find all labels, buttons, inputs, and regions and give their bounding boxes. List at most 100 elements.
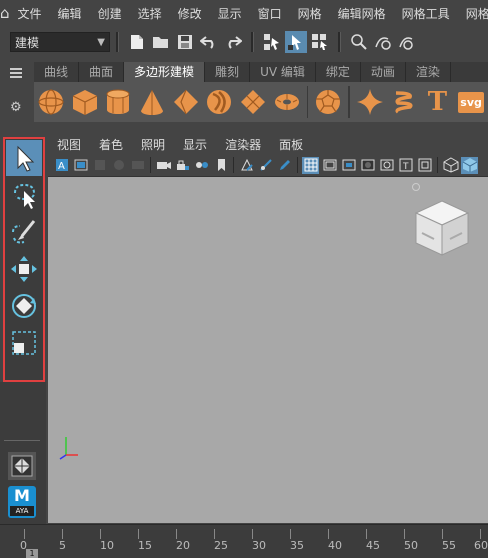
resolution-gate-icon[interactable] [340, 157, 357, 174]
snap-curve-icon[interactable] [372, 31, 394, 53]
cone-icon[interactable] [135, 84, 169, 120]
tick-label: 50 [404, 539, 418, 552]
wireframe-icon[interactable] [442, 157, 459, 174]
snap-grid-icon[interactable] [348, 31, 370, 53]
cylinder-icon[interactable] [101, 84, 135, 120]
perspective-viewport[interactable] [48, 176, 488, 523]
tick-label: 10 [100, 539, 114, 552]
camera-3d-icon[interactable] [193, 157, 210, 174]
viewport-menu-renderer[interactable]: 渲染器 [216, 136, 270, 153]
tab-animation[interactable]: 动画 [361, 62, 406, 82]
snap-point-icon[interactable] [396, 31, 418, 53]
tab-uv-editing[interactable]: UV 编辑 [250, 62, 316, 82]
menu-mesh-display[interactable]: 网格 [458, 5, 488, 22]
pipe-icon[interactable] [270, 84, 304, 120]
tick-label: 25 [214, 539, 228, 552]
grease-pencil-icon[interactable] [110, 157, 127, 174]
toolbox [3, 137, 45, 382]
save-scene-icon[interactable] [174, 31, 196, 53]
tick-label: 45 [366, 539, 380, 552]
disc-icon[interactable] [202, 84, 236, 120]
new-scene-icon[interactable] [126, 31, 148, 53]
select-objects-icon[interactable] [285, 31, 307, 53]
menu-modify[interactable]: 修改 [170, 5, 210, 22]
time-slider[interactable]: 0 5 10 15 20 25 30 35 40 45 50 55 60 1 [0, 524, 488, 558]
menu-mesh[interactable]: 网格 [290, 5, 330, 22]
tick [290, 529, 291, 539]
menu-window[interactable]: 窗口 [250, 5, 290, 22]
tab-rigging[interactable]: 绑定 [316, 62, 361, 82]
paint-select-tool[interactable] [6, 214, 42, 250]
cube-icon[interactable] [68, 84, 102, 120]
film-gate-icon[interactable] [129, 157, 146, 174]
open-scene-icon[interactable] [150, 31, 172, 53]
tab-curves[interactable]: 曲线 [34, 62, 80, 82]
torus-icon[interactable] [169, 84, 203, 120]
layout-icon[interactable] [8, 452, 36, 480]
bookmark-icon[interactable] [91, 157, 108, 174]
viewport-menu-view[interactable]: 视图 [48, 136, 90, 153]
type-icon[interactable]: T [421, 84, 455, 120]
camera-attributes-icon[interactable]: A [53, 157, 70, 174]
menu-display[interactable]: 显示 [210, 5, 250, 22]
select-tool[interactable] [6, 140, 42, 176]
tab-sculpting[interactable]: 雕刻 [205, 62, 251, 82]
smooth-shade-icon[interactable] [461, 156, 478, 174]
viewport-menu-show[interactable]: 显示 [174, 136, 216, 153]
select-components-icon[interactable] [309, 31, 331, 53]
field-chart-icon[interactable] [378, 157, 395, 174]
lock-camera-icon[interactable] [174, 157, 191, 174]
bookmark-flag-icon[interactable] [212, 157, 229, 174]
separator [251, 32, 254, 52]
sphere-icon[interactable] [34, 84, 68, 120]
lasso-tool[interactable] [6, 177, 42, 213]
pencil-icon[interactable] [276, 157, 293, 174]
safe-title-icon[interactable]: T [397, 157, 414, 174]
film-gate-toggle-icon[interactable] [321, 157, 338, 174]
safe-action-icon[interactable] [416, 157, 433, 174]
viewport-menu-lighting[interactable]: 照明 [132, 136, 174, 153]
plane-icon[interactable] [236, 84, 270, 120]
rotate-tool[interactable] [6, 288, 42, 324]
grid-toggle-icon[interactable] [302, 156, 319, 174]
menu-set-value: 建模 [15, 35, 40, 50]
tab-rendering[interactable]: 渲染 [406, 62, 451, 82]
menu-file[interactable]: 文件 [10, 5, 50, 22]
tab-poly-modeling[interactable]: 多边形建模 [124, 62, 206, 82]
helix-icon[interactable] [387, 84, 421, 120]
platonic-icon[interactable] [353, 84, 387, 120]
tab-surfaces[interactable]: 曲面 [79, 62, 125, 82]
tick [252, 529, 253, 539]
select-hierarchy-icon[interactable] [261, 31, 283, 53]
viewport-menu-panels[interactable]: 面板 [270, 136, 312, 153]
gear-icon[interactable]: ⚙ [10, 100, 22, 115]
viewport-menu-shading[interactable]: 着色 [90, 136, 132, 153]
menu-lines-icon[interactable] [10, 68, 22, 78]
scale-tool[interactable] [6, 325, 42, 361]
main-menubar: ⌂ 文件 编辑 创建 选择 修改 显示 窗口 网格 编辑网格 网格工具 网格 [0, 0, 488, 26]
image-plane-icon[interactable] [72, 157, 89, 174]
grease-icon[interactable] [257, 157, 274, 174]
viewcube-icon[interactable] [412, 197, 472, 261]
camera-icon[interactable] [155, 157, 172, 174]
menu-edit[interactable]: 编辑 [50, 5, 90, 22]
tick [366, 529, 367, 539]
soccerball-icon[interactable] [311, 84, 345, 120]
redo-icon[interactable] [222, 31, 244, 53]
gate-mask-icon[interactable] [359, 157, 376, 174]
menu-select[interactable]: 选择 [130, 5, 170, 22]
status-line: 建模 ▼ [0, 28, 488, 56]
viewcube-home-icon[interactable] [412, 183, 420, 191]
separator [297, 157, 298, 173]
separator [437, 157, 438, 173]
separator [233, 157, 234, 173]
undo-icon[interactable] [198, 31, 220, 53]
home-icon[interactable]: ⌂ [0, 4, 10, 22]
menu-edit-mesh[interactable]: 编辑网格 [330, 5, 394, 22]
svg-icon[interactable]: svg [454, 84, 488, 120]
menu-set-dropdown[interactable]: 建模 ▼ [10, 32, 110, 52]
menu-create[interactable]: 创建 [90, 5, 130, 22]
two-d-pan-icon[interactable] [238, 157, 255, 174]
menu-mesh-tools[interactable]: 网格工具 [394, 5, 458, 22]
move-tool[interactable] [6, 251, 42, 287]
